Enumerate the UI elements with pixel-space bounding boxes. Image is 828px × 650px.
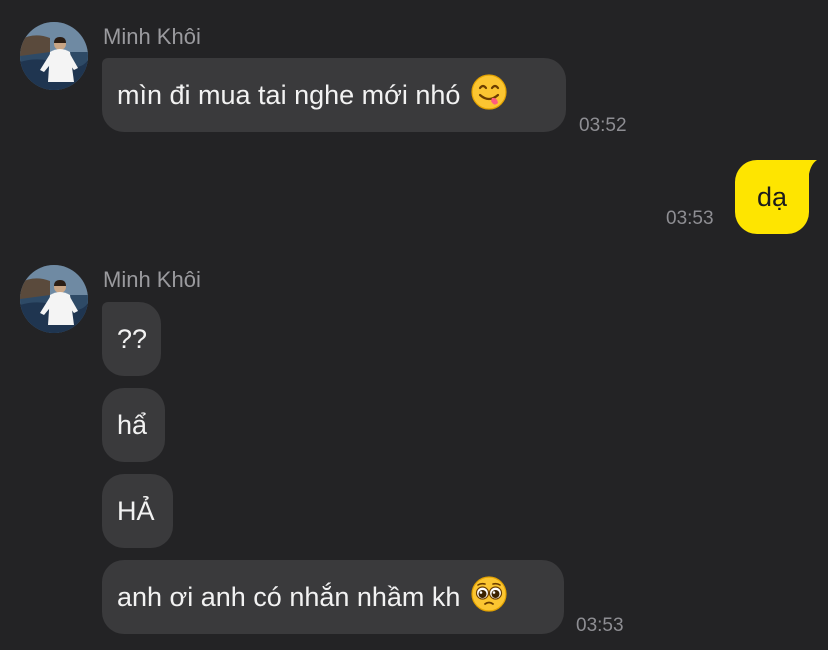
message-bubble[interactable]: HẢ xyxy=(102,474,173,548)
sender-name: Minh Khôi xyxy=(103,24,201,49)
contact-avatar[interactable] xyxy=(20,22,88,90)
message-text: hẩ xyxy=(117,410,148,440)
outgoing-message-bubble[interactable]: dạ xyxy=(735,160,809,234)
message-text: mìn đi mua tai nghe mới nhó xyxy=(117,80,461,110)
message-bubble[interactable]: mìn đi mua tai nghe mới nhó xyxy=(102,58,566,132)
message-timestamp: 03:53 xyxy=(666,208,714,229)
sender-name: Minh Khôi xyxy=(103,267,201,292)
avatar-photo xyxy=(20,22,88,90)
yum-face-icon xyxy=(470,73,508,118)
message-bubble[interactable]: hẩ xyxy=(102,388,165,462)
message-bubble[interactable]: anh ơi anh có nhắn nhầm kh xyxy=(102,560,564,634)
message-timestamp: 03:53 xyxy=(576,615,624,636)
avatar-photo xyxy=(20,265,88,333)
chat-thread[interactable]: Minh Khôi mìn đi mua tai nghe mới nhó 03… xyxy=(0,0,828,650)
message-bubble[interactable]: ?? xyxy=(102,302,161,376)
contact-avatar[interactable] xyxy=(20,265,88,333)
message-text: dạ xyxy=(756,182,788,212)
message-timestamp: 03:52 xyxy=(579,115,627,136)
bubble-tail xyxy=(803,160,817,174)
pleading-face-icon xyxy=(470,575,508,620)
message-text: anh ơi anh có nhắn nhầm kh xyxy=(117,582,461,612)
message-text: ?? xyxy=(117,324,148,354)
message-text: HẢ xyxy=(117,496,155,526)
